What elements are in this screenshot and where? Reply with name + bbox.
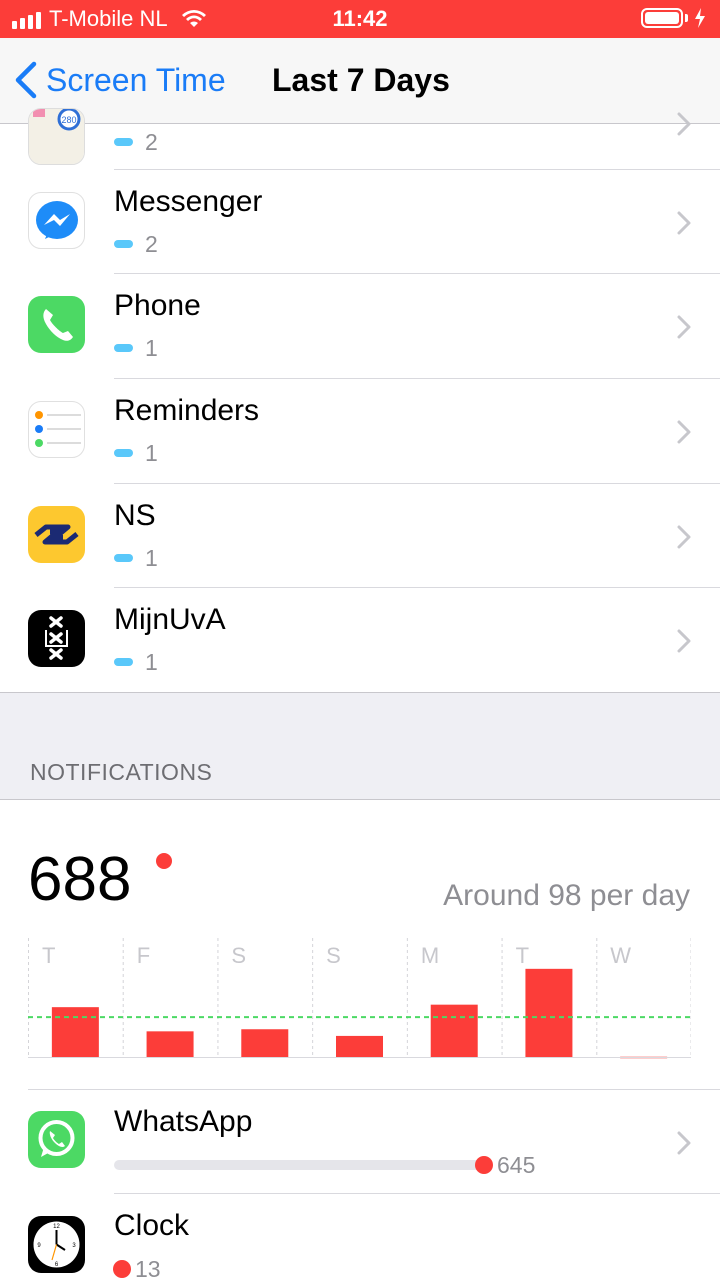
- section-header-notifications: NOTIFICATIONS: [30, 759, 213, 785]
- notification-dot-icon: [156, 853, 172, 869]
- count-label: 2: [145, 231, 158, 257]
- chart-day-label: T: [42, 943, 55, 968]
- chart-day-label: M: [421, 943, 439, 968]
- list-item[interactable]: 280 2: [0, 65, 720, 170]
- app-name: NS: [114, 499, 156, 532]
- list-item[interactable]: Messenger 2: [0, 170, 720, 275]
- notifications-total: 688: [28, 845, 132, 914]
- app-name: Phone: [114, 289, 201, 322]
- phone-icon: [28, 296, 85, 353]
- app-name: Clock: [114, 1209, 190, 1242]
- count-label: 13: [135, 1256, 161, 1282]
- app-name: Reminders: [114, 394, 260, 427]
- notification-bar: [114, 1160, 484, 1170]
- count-label: 645: [497, 1152, 536, 1178]
- chart-bar: [336, 1035, 383, 1058]
- chart-bar: [146, 1031, 194, 1058]
- list-item[interactable]: 12 3 6 9 Clock 13: [0, 1194, 720, 1282]
- list-item[interactable]: MijnUvA 1: [0, 588, 720, 693]
- reminders-icon: [28, 401, 85, 458]
- chart-day-label: T: [516, 943, 529, 968]
- chevron-right-icon: [677, 315, 691, 339]
- pickup-pill: [114, 344, 133, 352]
- status-time: 11:42: [332, 6, 388, 31]
- notification-bar-dot: [113, 1260, 131, 1278]
- chart-bar: [430, 1004, 478, 1058]
- app-name: WhatsApp: [114, 1105, 253, 1138]
- pickup-pill: [114, 554, 133, 562]
- chart-bar: [51, 1007, 99, 1058]
- pickup-count: 1: [114, 545, 158, 571]
- charging-bolt-icon: [695, 8, 705, 28]
- maps-icon: 280: [28, 108, 85, 165]
- chevron-right-icon: [677, 420, 691, 444]
- svg-text:280: 280: [61, 115, 76, 125]
- pickup-pill: [114, 449, 133, 457]
- pickup-count: 1: [114, 440, 158, 466]
- clock-icon: 12 3 6 9: [28, 1216, 85, 1273]
- pickup-pill: [114, 138, 133, 146]
- section-gap: NOTIFICATIONS: [0, 692, 720, 800]
- app-name: MijnUvA: [114, 603, 226, 636]
- count-label: 1: [145, 545, 158, 571]
- count-label: 1: [145, 335, 158, 361]
- chevron-right-icon: [677, 525, 691, 549]
- status-bar: T-Mobile NL 11:42: [0, 0, 720, 38]
- messenger-icon: [28, 192, 85, 249]
- pickup-pill: [114, 240, 133, 248]
- pickup-count: 1: [114, 335, 158, 361]
- app-name: Messenger: [114, 185, 263, 218]
- chevron-right-icon: [677, 1131, 691, 1155]
- notifications-chart: TFSSMTW: [28, 938, 691, 1059]
- count-label: 2: [145, 129, 158, 155]
- whatsapp-icon: [28, 1111, 85, 1168]
- chevron-right-icon: [677, 112, 691, 136]
- chart-bar: [525, 968, 573, 1058]
- battery-icon: [641, 8, 706, 28]
- notifications-average: Around 98 per day: [443, 879, 690, 912]
- chart-day-label: S: [231, 943, 246, 968]
- notification-bar-dot: [475, 1156, 493, 1174]
- list-item[interactable]: Phone 1: [0, 274, 720, 379]
- chart-day-label: W: [610, 943, 631, 968]
- pickup-count: 2: [114, 231, 158, 257]
- list-item[interactable]: Reminders 1: [0, 379, 720, 484]
- chart-day-label: S: [326, 943, 341, 968]
- list-item[interactable]: NS 1: [0, 484, 720, 589]
- svg-text:12: 12: [53, 1224, 60, 1230]
- mijnuva-icon: [28, 610, 85, 667]
- chart-day-label: F: [137, 943, 150, 968]
- chart-bar: [241, 1029, 289, 1058]
- count-label: 1: [145, 649, 158, 675]
- ns-icon: [28, 506, 85, 563]
- chevron-right-icon: [677, 211, 691, 235]
- pickup-count: 1: [114, 649, 158, 675]
- count-label: 1: [145, 440, 158, 466]
- chevron-right-icon: [677, 629, 691, 653]
- list-item[interactable]: WhatsApp 645: [0, 1090, 720, 1195]
- pickup-count: 2: [114, 129, 158, 155]
- pickup-pill: [114, 658, 133, 666]
- chart-baseline: [28, 1057, 691, 1058]
